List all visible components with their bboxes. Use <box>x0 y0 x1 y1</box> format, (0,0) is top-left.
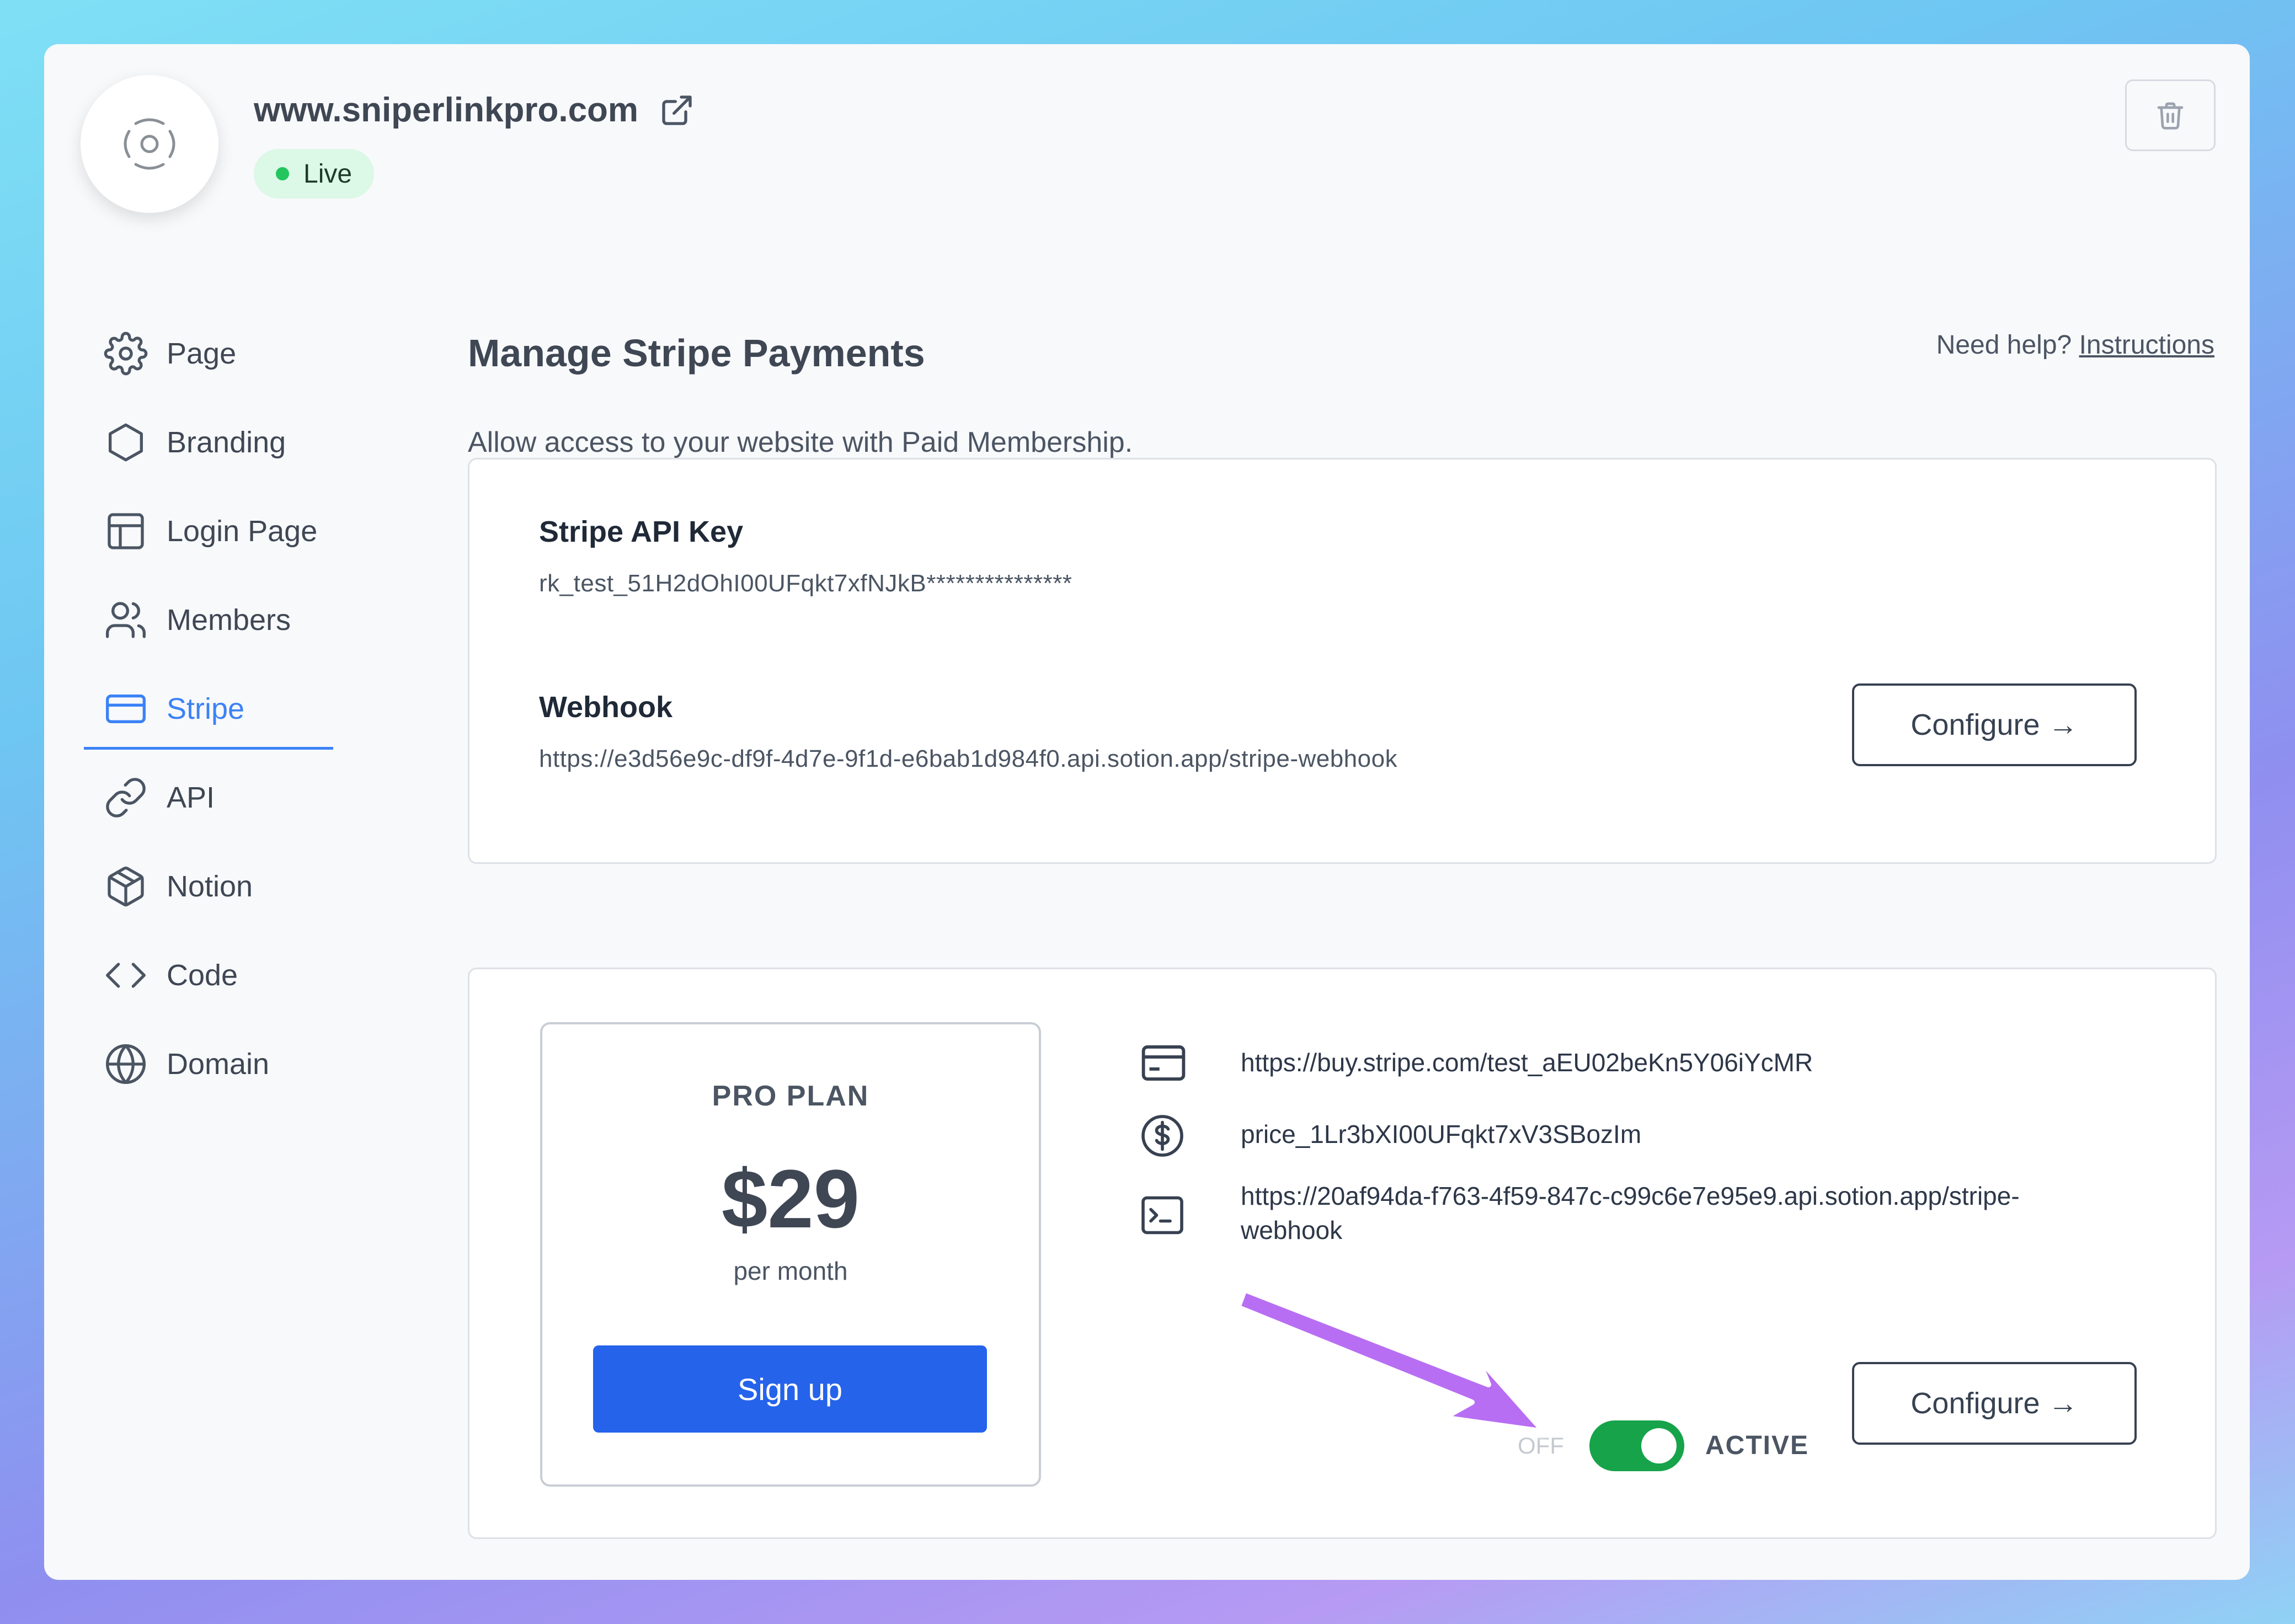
api-key-value: rk_test_51H2dOhI00UFqkt7xfNJkB**********… <box>539 570 1072 597</box>
toggle-active-label: ACTIVE <box>1705 1431 1810 1460</box>
sidebar: Page Branding Login Page Members Stripe … <box>79 309 333 1108</box>
sidebar-item-label: Members <box>167 603 291 637</box>
delete-site-button[interactable] <box>2125 79 2216 151</box>
app-window: www.sniperlinkpro.com Live Page Branding… <box>44 44 2250 1580</box>
price-id-value: price_1Lr3bXI00UFqkt7xV3SBozIm <box>1241 1120 1642 1148</box>
logo-icon <box>124 118 175 170</box>
help-text: Need help? Instructions <box>1936 330 2214 360</box>
toggle-knob <box>1641 1428 1677 1463</box>
sidebar-item-api[interactable]: API <box>79 753 333 842</box>
sidebar-item-label: Page <box>167 336 237 370</box>
sidebar-item-label: Code <box>167 958 238 992</box>
layout-icon <box>108 512 144 549</box>
annotation-arrow-icon <box>1235 1287 1546 1434</box>
sidebar-item-branding[interactable]: Branding <box>79 398 333 487</box>
hexagon-icon <box>109 423 143 461</box>
gear-icon <box>104 332 148 375</box>
terminal-icon <box>1141 1196 1183 1235</box>
globe-icon <box>106 1044 146 1084</box>
plan-card: PRO PLAN $29 per month Sign up https://b… <box>468 968 2217 1539</box>
webhook-label: Webhook <box>539 691 673 724</box>
site-title: www.sniperlinkpro.com <box>254 90 695 130</box>
api-key-label: Stripe API Key <box>539 515 744 548</box>
sidebar-item-label: Branding <box>167 425 286 459</box>
plan-webhook-line-2: webhook <box>1241 1216 1343 1244</box>
status-badge-label: Live <box>303 159 353 189</box>
sidebar-item-login-page[interactable]: Login Page <box>79 487 333 575</box>
sidebar-item-notion[interactable]: Notion <box>79 842 333 931</box>
trash-icon <box>2157 102 2184 130</box>
users-icon <box>106 601 146 638</box>
sidebar-item-members[interactable]: Members <box>79 575 333 664</box>
live-dot-icon <box>276 167 289 180</box>
configure-plan-button[interactable]: Configure → <box>1852 1362 2137 1445</box>
plan-webhook-line-1: https://20af94da-f763-4f59-847c-c99c6e7e… <box>1241 1182 2020 1210</box>
plan-preview: PRO PLAN $29 per month Sign up <box>540 1022 1041 1487</box>
plan-name: PRO PLAN <box>712 1080 869 1112</box>
instructions-link[interactable]: Instructions <box>2079 330 2214 360</box>
credit-card-icon <box>1141 1045 1186 1081</box>
link-icon <box>106 777 146 818</box>
dollar-circle-icon <box>1141 1115 1183 1157</box>
sidebar-item-domain[interactable]: Domain <box>79 1019 333 1108</box>
sidebar-item-page[interactable]: Page <box>79 309 333 398</box>
external-link-icon[interactable] <box>659 93 695 128</box>
cube-icon <box>108 866 144 906</box>
sidebar-item-label: Domain <box>167 1047 270 1081</box>
signup-button[interactable]: Sign up <box>593 1345 987 1433</box>
sidebar-item-stripe[interactable]: Stripe <box>79 664 333 753</box>
site-logo <box>81 75 218 213</box>
code-icon <box>106 962 146 988</box>
credit-card-icon <box>106 694 146 723</box>
plan-active-toggle[interactable] <box>1589 1420 1684 1471</box>
webhook-value: https://e3d56e9c-df9f-4d7e-9f1d-e6bab1d9… <box>539 745 1398 772</box>
stripe-api-card: Stripe API Key rk_test_51H2dOhI00UFqkt7x… <box>468 458 2217 864</box>
plan-price: $29 <box>721 1152 860 1245</box>
page-title: Manage Stripe Payments <box>468 332 925 375</box>
site-title-text: www.sniperlinkpro.com <box>254 91 639 129</box>
configure-api-button[interactable]: Configure → <box>1852 683 2137 766</box>
sidebar-item-label: Notion <box>167 869 253 903</box>
sidebar-item-label: API <box>167 781 215 814</box>
sidebar-item-code[interactable]: Code <box>79 931 333 1019</box>
help-prefix: Need help? <box>1936 330 2072 360</box>
page-subtitle: Allow access to your website with Paid M… <box>468 426 1133 458</box>
plan-period: per month <box>733 1257 848 1285</box>
sidebar-item-label: Stripe <box>167 692 245 725</box>
status-badge: Live <box>254 149 375 199</box>
payment-link-value: https://buy.stripe.com/test_aEU02beKn5Y0… <box>1241 1048 1813 1077</box>
plan-webhook-value: https://20af94da-f763-4f59-847c-c99c6e7e… <box>1241 1179 2020 1247</box>
sidebar-item-label: Login Page <box>167 514 318 548</box>
